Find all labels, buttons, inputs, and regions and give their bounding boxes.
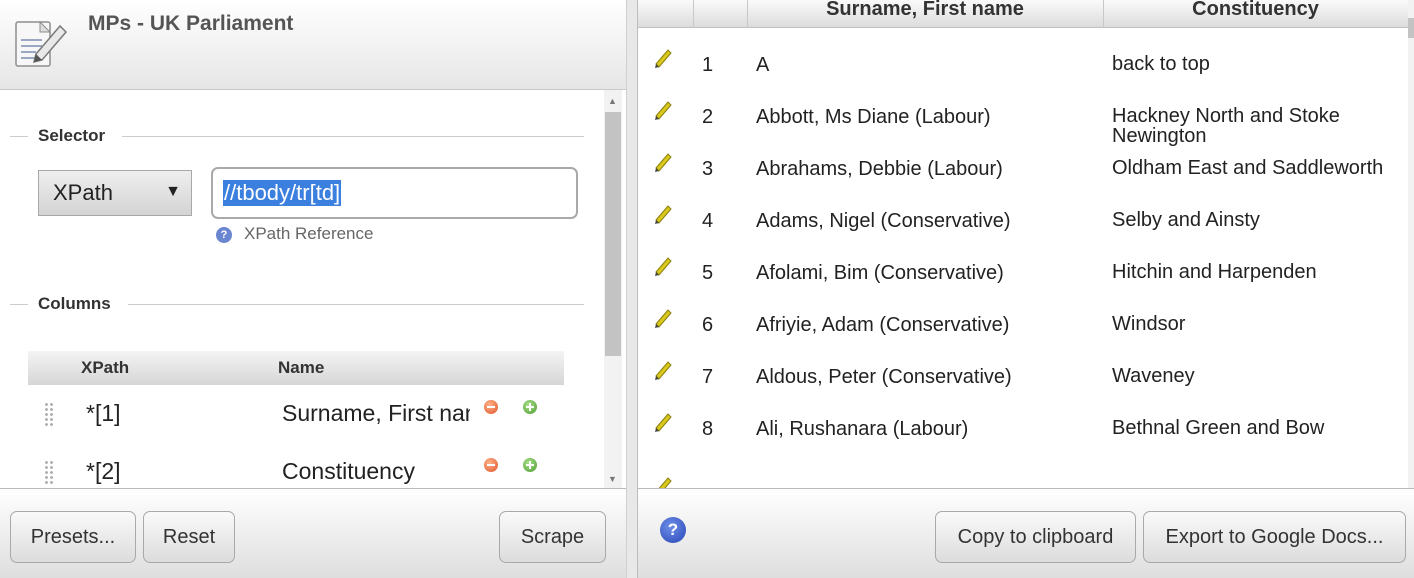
edit-pencil-icon[interactable] [652,474,674,488]
dropdown-arrow-icon: ▼ [165,183,181,200]
selector-type-dropdown[interactable]: XPath ▼ [38,170,192,216]
xpath-column-header: XPath [81,358,130,377]
row-constituency: Windsor [1112,313,1186,335]
table-row[interactable]: 7 Aldous, Peter (Conservative) Waveney [638,344,1408,396]
presets-button[interactable]: Presets... [10,511,136,563]
help-icon[interactable]: ? [660,517,686,543]
add-column-icon[interactable] [523,400,537,414]
settings-body: Selector XPath ▼ //tbody/tr[td] ? XPath R… [0,90,626,488]
table-row[interactable]: 5 Afolami, Bim (Conservative) Hitchin and … [638,240,1408,292]
table-row[interactable]: 4 Adams, Nigel (Conservative) Selby and Ai… [638,188,1408,240]
drag-handle-icon[interactable] [44,460,54,484]
table-row[interactable]: 6 Afriyie, Adam (Conservative) Windsor [638,292,1408,344]
edit-pencil-icon[interactable] [652,358,674,380]
row-number: 2 [702,106,714,128]
drag-handle-icon[interactable] [44,402,54,426]
row-name: Ali, Rushanara (Labour) [756,418,969,440]
row-number: 5 [702,262,714,284]
document-edit-icon [15,20,68,67]
row-name: Afolami, Bim (Conservative) [756,262,1004,284]
results-panel: Surname, First name Constituency 1 Aback … [638,0,1414,578]
column-xpath[interactable]: *[2] [86,458,121,485]
columns-section-label: Columns [0,294,584,314]
row-number: 7 [702,366,714,388]
column-row: *[2] Constituency [28,446,564,488]
column-name[interactable]: Surname, First name [282,400,470,427]
row-name: Abbott, Ms Diane (Labour) [756,106,991,128]
constituency-column-header[interactable]: Constituency [1103,0,1408,21]
xpath-reference-label: XPath Reference [244,224,374,243]
name-column-header: Name [278,358,325,377]
xpath-reference-link[interactable]: ? XPath Reference [216,224,373,244]
row-name: Abrahams, Debbie (Labour) [756,158,1003,180]
scrape-button[interactable]: Scrape [499,511,606,563]
table-row[interactable]: 8 Ali, Rushanara (Labour) Bethnal Green an… [638,396,1408,448]
row-name: Adams, Nigel (Conservative) [756,210,1011,232]
surname-column-header[interactable]: Surname, First name [747,0,1103,21]
reset-button[interactable]: Reset [143,511,235,563]
edit-pencil-icon[interactable] [652,46,674,68]
selector-type-value: XPath [53,180,113,205]
row-name: A [756,54,770,76]
results-scrollbar[interactable] [1408,0,1414,488]
table-row[interactable]: 1 Aback to top [638,32,1408,84]
edit-pencil-icon[interactable] [652,306,674,328]
columns-label: Columns [38,294,111,313]
xpath-expression-input[interactable]: //tbody/tr[td] [211,167,578,219]
edit-pencil-icon[interactable] [652,254,674,276]
scrollbar-thumb[interactable] [605,112,621,356]
table-row[interactable]: 3 Abrahams, Debbie (Labour) Oldham East an… [638,136,1408,188]
row-name: Afriyie, Adam (Conservative) [756,314,1010,336]
app-title: MPs - UK Parliament [88,12,294,35]
copy-to-clipboard-button[interactable]: Copy to clipboard [935,511,1136,563]
settings-footer: Presets... Reset Scrape [0,488,626,578]
row-constituency: back to top [1112,53,1210,75]
row-constituency: Bethnal Green and Bow [1112,417,1325,439]
row-name: Aldous, Peter (Conservative) [756,366,1012,388]
selector-label: Selector [38,126,106,145]
columns-table-header: XPath Name [28,351,564,385]
row-constituency: Selby and Ainsty [1112,209,1260,231]
panel-header: MPs - UK Parliament [0,0,626,90]
export-to-google-docs-button[interactable]: Export to Google Docs... [1143,511,1406,563]
scroll-down-icon[interactable]: ▼ [608,474,617,484]
row-number: 3 [702,158,714,180]
edit-pencil-icon[interactable] [652,150,674,172]
row-number: 8 [702,418,714,440]
results-footer: ? Copy to clipboard Export to Google Doc… [638,488,1414,578]
row-number: 6 [702,314,714,336]
remove-column-icon[interactable] [484,458,498,472]
results-table-header: Surname, First name Constituency [638,0,1408,28]
row-number: 4 [702,210,714,232]
column-xpath[interactable]: *[1] [86,400,121,427]
edit-pencil-icon[interactable] [652,410,674,432]
edit-pencil-icon[interactable] [652,202,674,224]
panel-splitter[interactable] [626,0,638,578]
row-number: 1 [702,54,714,76]
table-row[interactable]: 2 Abbott, Ms Diane (Labour) Hackney North … [638,84,1408,146]
column-name[interactable]: Constituency [282,458,470,485]
results-table-body: 1 Aback to top 2 Abbott, Ms Diane (Labour) H… [638,28,1408,488]
xpath-expression-selected-text: //tbody/tr[td] [223,180,342,206]
edit-pencil-icon[interactable] [652,98,674,120]
scraper-settings-panel: MPs - UK Parliament Selector XPath ▼ //t… [0,0,626,578]
add-column-icon[interactable] [523,458,537,472]
selector-section-label: Selector [0,126,584,146]
row-constituency: Hitchin and Harpenden [1112,261,1317,283]
row-constituency: Oldham East and Saddleworth [1112,157,1384,179]
scroll-up-icon[interactable]: ▲ [608,96,617,106]
column-row: *[1] Surname, First name [28,388,564,438]
remove-column-icon[interactable] [484,400,498,414]
help-icon: ? [216,227,232,243]
scrollbar-thumb[interactable] [1408,18,1414,38]
row-constituency: Waveney [1112,365,1195,387]
settings-scrollbar[interactable]: ▲ ▼ [604,90,622,488]
